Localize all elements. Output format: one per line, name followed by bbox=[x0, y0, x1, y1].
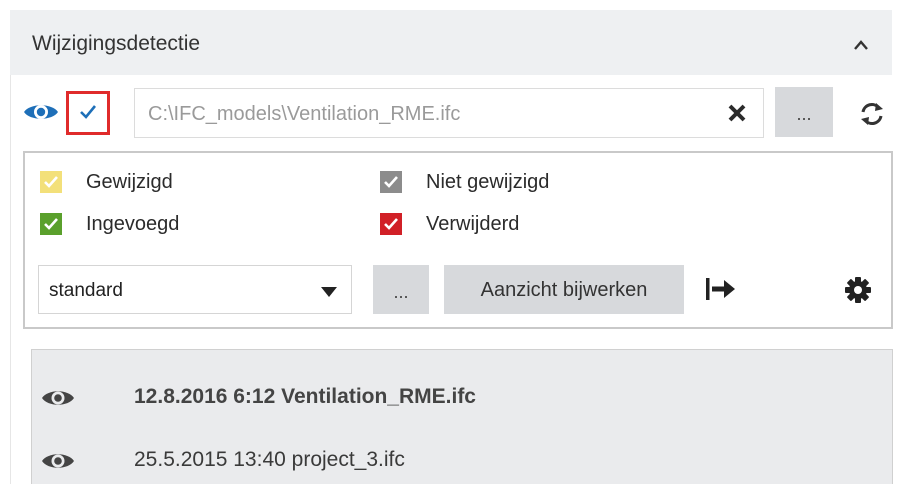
view-options-label: ... bbox=[393, 282, 409, 302]
legend-label-deleted: Verwijderd bbox=[426, 213, 520, 235]
history-item-label: 12.8.2016 6:12 Ventilation_RME.ifc bbox=[134, 385, 476, 408]
file-path-field[interactable]: C:\IFC_models\Ventilation_RME.ifc bbox=[134, 88, 764, 138]
legend-swatch-modified bbox=[40, 171, 62, 193]
visibility-eye-icon[interactable] bbox=[40, 387, 76, 409]
browse-file-button[interactable]: ... bbox=[775, 87, 833, 137]
update-view-label: Aanzicht bijwerken bbox=[480, 279, 648, 301]
compare-checkbox[interactable] bbox=[66, 91, 110, 135]
panel-header[interactable]: Wijzigingsdetectie bbox=[10, 10, 892, 75]
history-item-label: 25.5.2015 13:40 project_3.ifc bbox=[134, 448, 405, 471]
panel-left-border bbox=[10, 75, 11, 484]
legend-swatch-unchanged bbox=[380, 171, 402, 193]
legend-label-unchanged: Niet gewijzigd bbox=[426, 171, 550, 193]
export-arrow-icon[interactable] bbox=[705, 277, 737, 306]
view-select-value: standard bbox=[49, 280, 123, 301]
panel-title: Wijzigingsdetectie bbox=[32, 32, 201, 55]
browse-button-label: ... bbox=[796, 104, 812, 124]
legend-label-modified: Gewijzigd bbox=[86, 171, 173, 193]
close-icon[interactable] bbox=[727, 103, 747, 128]
checkmark-icon bbox=[80, 105, 97, 119]
gear-icon[interactable] bbox=[844, 276, 872, 309]
legend-label-inserted: Ingevoegd bbox=[86, 213, 180, 235]
visibility-eye-icon[interactable] bbox=[40, 450, 76, 472]
refresh-icon[interactable] bbox=[859, 101, 885, 132]
chevron-up-icon[interactable] bbox=[853, 38, 869, 50]
view-select[interactable]: standard bbox=[38, 265, 352, 314]
legend-swatch-inserted bbox=[40, 213, 62, 235]
update-view-button[interactable]: Aanzicht bijwerken bbox=[444, 265, 684, 314]
view-options-button[interactable]: ... bbox=[373, 265, 429, 314]
file-path-text: C:\IFC_models\Ventilation_RME.ifc bbox=[148, 103, 461, 125]
visibility-eye-icon[interactable] bbox=[22, 100, 60, 124]
legend-swatch-deleted bbox=[380, 213, 402, 235]
dropdown-arrow-icon bbox=[321, 284, 337, 302]
